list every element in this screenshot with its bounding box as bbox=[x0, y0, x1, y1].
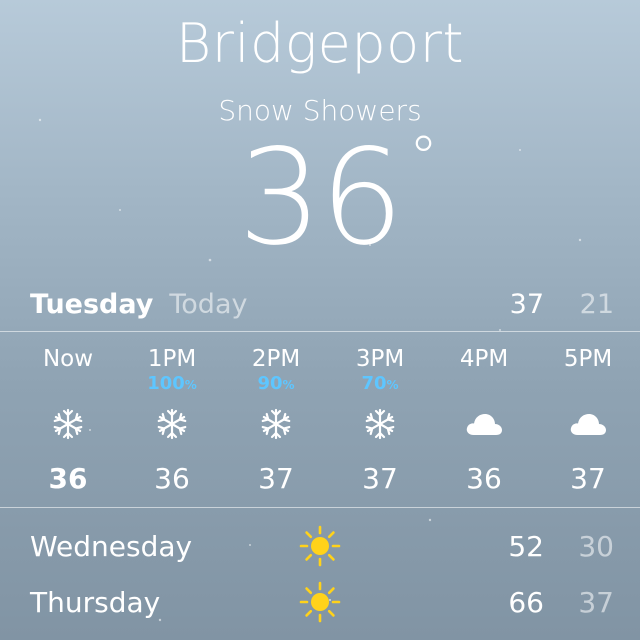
hourly-temperature: 36 bbox=[154, 462, 190, 495]
daily-day-name: Thursday bbox=[30, 585, 161, 619]
hourly-temperature: 36 bbox=[48, 462, 88, 495]
percent-symbol: % bbox=[184, 378, 197, 392]
today-day-name: Tuesday bbox=[30, 288, 154, 320]
daily-high: 52 bbox=[508, 529, 544, 563]
hourly-temperature: 36 bbox=[466, 462, 502, 495]
hourly-item: 3PM 70% 37 bbox=[328, 344, 432, 504]
hourly-precip-chance: 100% bbox=[120, 374, 224, 396]
hourly-precip-chance: 90% bbox=[224, 374, 328, 396]
daily-low: 37 bbox=[578, 585, 614, 619]
hourly-time: 1PM bbox=[147, 346, 197, 372]
sun-icon bbox=[290, 581, 350, 623]
daily-low: 30 bbox=[578, 529, 614, 563]
temperature-value: 36 bbox=[238, 121, 404, 275]
hourly-precip-chance bbox=[16, 374, 120, 396]
hourly-forecast[interactable]: Now 36 1PM 100% 36 2PM 90% 37 3PM 70% 37 4PM 36 5PM 37 bbox=[0, 344, 640, 504]
snowflake-icon bbox=[16, 402, 120, 446]
hourly-time: 4PM bbox=[459, 346, 509, 372]
hourly-time: 2PM bbox=[251, 346, 301, 372]
hourly-precip-chance bbox=[536, 374, 640, 396]
daily-row-wednesday: Wednesday 52 30 bbox=[30, 525, 614, 567]
precip-value: 70 bbox=[361, 373, 387, 394]
hourly-item: 4PM 36 bbox=[432, 344, 536, 504]
hourly-item: 5PM 37 bbox=[536, 344, 640, 504]
today-high: 37 bbox=[509, 288, 544, 320]
today-label: Today bbox=[169, 288, 248, 320]
snowflake-icon bbox=[328, 402, 432, 446]
hourly-item: Now 36 bbox=[16, 344, 120, 504]
daily-day-name: Wednesday bbox=[30, 529, 193, 563]
sun-icon bbox=[290, 525, 350, 567]
hourly-temperature: 37 bbox=[258, 462, 294, 495]
cloud-icon bbox=[432, 402, 536, 446]
city-name: Bridgeport bbox=[175, 12, 465, 75]
hourly-precip-chance bbox=[432, 374, 536, 396]
hourly-time: 3PM bbox=[355, 346, 405, 372]
hourly-time: Now bbox=[42, 346, 94, 372]
percent-symbol: % bbox=[282, 378, 295, 392]
today-low: 21 bbox=[579, 288, 614, 320]
hourly-temperature: 37 bbox=[362, 462, 398, 495]
degree-symbol: ° bbox=[408, 123, 438, 191]
today-summary-row: Tuesday Today 37 21 bbox=[30, 284, 614, 324]
cloud-icon bbox=[536, 402, 640, 446]
current-temperature: 36 ° bbox=[238, 128, 438, 264]
percent-symbol: % bbox=[386, 378, 399, 392]
divider-top bbox=[0, 331, 640, 332]
hourly-item: 2PM 90% 37 bbox=[224, 344, 328, 504]
daily-row-thursday: Thursday 66 37 bbox=[30, 581, 614, 623]
precip-value: 100 bbox=[147, 373, 185, 394]
hourly-temperature: 37 bbox=[570, 462, 606, 495]
hourly-time: 5PM bbox=[563, 346, 613, 372]
hourly-item: 1PM 100% 36 bbox=[120, 344, 224, 504]
precip-value: 90 bbox=[257, 373, 283, 394]
divider-bottom bbox=[0, 507, 640, 508]
snowflake-icon bbox=[224, 402, 328, 446]
hourly-precip-chance: 70% bbox=[328, 374, 432, 396]
snowflake-icon bbox=[120, 402, 224, 446]
daily-high: 66 bbox=[508, 585, 544, 619]
